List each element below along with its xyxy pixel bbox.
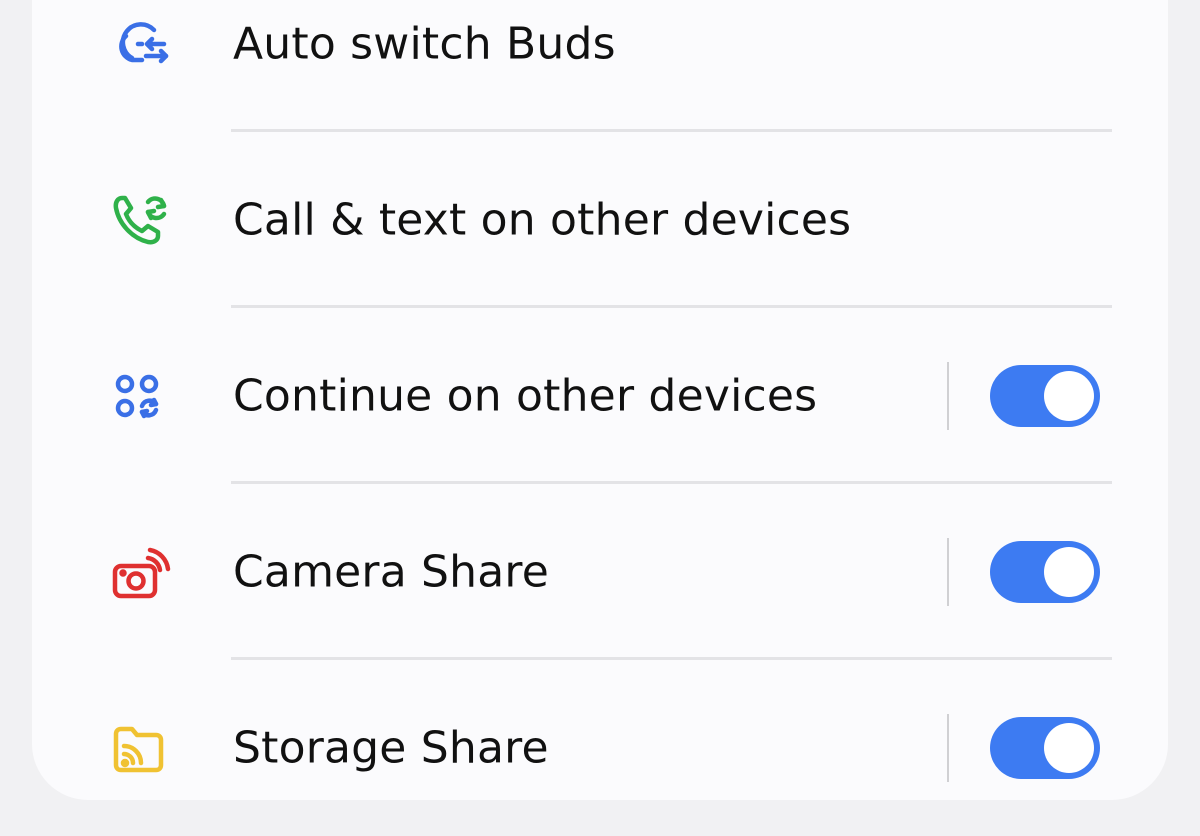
toggle-knob (1044, 547, 1094, 597)
settings-item-camera-share[interactable]: Camera Share (32, 484, 1168, 660)
toggle-knob (1044, 371, 1094, 421)
settings-item-call-text[interactable]: Call & text on other devices (32, 132, 1168, 308)
connected-devices-card: Auto switch Buds Call & text on other de… (32, 0, 1168, 800)
settings-item-label: Camera Share (233, 546, 550, 598)
folder-share-icon (102, 712, 174, 784)
settings-item-label: Storage Share (233, 722, 549, 774)
vertical-separator (947, 538, 949, 606)
phone-sync-icon (102, 184, 174, 256)
settings-item-continue-on-other-devices[interactable]: Continue on other devices (32, 308, 1168, 484)
toggle-knob (1044, 723, 1094, 773)
vertical-separator (947, 714, 949, 782)
settings-item-label: Continue on other devices (233, 370, 818, 422)
settings-item-label: Call & text on other devices (233, 194, 852, 246)
continue-on-other-devices-toggle[interactable] (990, 365, 1100, 427)
apps-sync-icon (102, 360, 174, 432)
camera-share-icon (102, 536, 174, 608)
settings-item-label: Auto switch Buds (233, 18, 616, 70)
storage-share-toggle[interactable] (990, 717, 1100, 779)
headset-switch-icon (102, 8, 174, 80)
settings-item-auto-switch-buds[interactable]: Auto switch Buds (32, 0, 1168, 132)
vertical-separator (947, 362, 949, 430)
settings-item-storage-share[interactable]: Storage Share (32, 660, 1168, 836)
camera-share-toggle[interactable] (990, 541, 1100, 603)
